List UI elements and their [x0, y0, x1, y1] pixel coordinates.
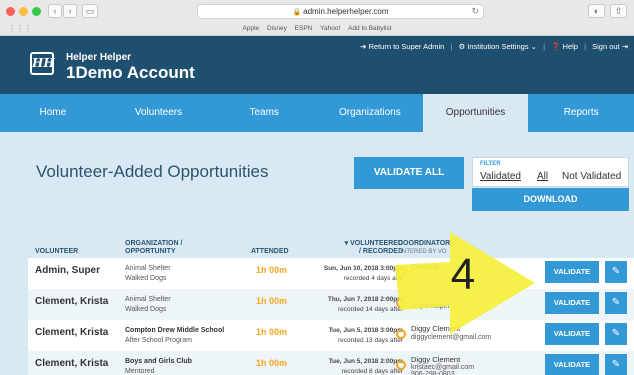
edit-icon[interactable]: ✎	[605, 261, 627, 283]
tab-opportunities[interactable]: Opportunities	[422, 94, 529, 132]
col-volunteered[interactable]: ▾ VOLUNTEERED / RECORDED	[291, 240, 403, 256]
validate-all-button[interactable]: VALIDATE ALL	[354, 157, 464, 189]
table-row: Admin, Super Animal Shelter Walked Dogs 1…	[28, 258, 634, 289]
table-row: Clement, Krista Boys and Girls Club Mento…	[28, 351, 634, 375]
url-text: admin.helperhelper.com	[303, 7, 389, 16]
pending-status-icon	[396, 267, 406, 277]
divider: |	[543, 42, 546, 51]
volunteered-date: Tue, Jun 5, 2018 3:00pm recorded 13 days …	[328, 327, 403, 344]
favorite-link[interactable]: Apple	[243, 25, 260, 32]
favorite-link[interactable]: Add to Babylist	[348, 25, 391, 32]
org-opp: Animal Shelter Walked Dogs	[125, 296, 171, 313]
filter-box: FILTER Validated All Not Validated	[472, 157, 629, 187]
table-row: Clement, Krista Compton Drew Middle Scho…	[28, 320, 634, 351]
divider: |	[584, 42, 587, 51]
help-link[interactable]: ❓ Help	[551, 42, 578, 51]
brand-name: Helper Helper	[66, 52, 132, 63]
tab-home[interactable]: Home	[0, 94, 106, 132]
tab-organizations[interactable]: Organizations	[317, 94, 423, 132]
minimize-window-button[interactable]	[19, 7, 28, 16]
attended-hours: 1h 00m	[256, 265, 288, 275]
chevron-left-icon[interactable]: ‹	[48, 4, 62, 18]
volunteered-date: Thu, Jun 7, 2018 2:00pm recorded 14 days …	[327, 296, 403, 313]
favorite-link[interactable]: ESPN	[295, 25, 313, 32]
coordinator-info: Diggy Clement kristaec@gmail.com 906-298-0…	[411, 355, 475, 375]
volunteered-date: Sun, Jun 10, 2018 3:00pm recorded 4 days …	[323, 265, 403, 282]
table-header: VOLUNTEER ORGANIZATION / OPPORTUNITY ATTE…	[28, 234, 634, 256]
close-window-button[interactable]	[6, 7, 15, 16]
reload-icon[interactable]: ↻	[471, 5, 479, 18]
favorite-link[interactable]: Yahoo!	[320, 25, 340, 32]
filter-validated[interactable]: Validated	[480, 171, 521, 182]
account-name: 1Demo Account	[66, 63, 195, 82]
extension-icon[interactable]: ◐	[588, 4, 605, 18]
org-opp: Boys and Girls Club Mentored	[125, 358, 192, 375]
tab-reports[interactable]: Reports	[528, 94, 634, 132]
validate-button[interactable]: VALIDATE	[545, 323, 599, 345]
download-button[interactable]: DOWNLOAD	[472, 188, 629, 211]
sign-out-link[interactable]: Sign out ⇥	[592, 42, 628, 51]
return-super-admin-link[interactable]: ➜ Return to Super Admin	[360, 42, 444, 51]
chevron-right-icon[interactable]: ›	[63, 4, 77, 18]
browser-chrome: ‹ › ▭ 🔒 admin.helperhelper.com ↻ ◐ ⇧ ⋮⋮⋮ …	[0, 0, 634, 36]
tab-volunteers[interactable]: Volunteers	[106, 94, 212, 132]
validate-button[interactable]: VALIDATE	[545, 261, 599, 283]
page-title: Volunteer-Added Opportunities	[36, 162, 269, 181]
tab-teams[interactable]: Teams	[211, 94, 317, 132]
edit-icon[interactable]: ✎	[605, 354, 627, 375]
col-organization[interactable]: ORGANIZATION / OPPORTUNITY	[125, 240, 182, 256]
filter-not-validated[interactable]: Not Validated	[562, 171, 621, 182]
filter-all[interactable]: All	[537, 171, 548, 182]
edit-icon[interactable]: ✎	[605, 323, 627, 345]
sidebar-toggle-icon[interactable]: ▭	[82, 4, 98, 18]
pending-status-icon	[396, 329, 406, 339]
edit-icon[interactable]: ✎	[605, 292, 627, 314]
divider: |	[450, 42, 453, 51]
top-links: ➜ Return to Super Admin | ⚙ Institution …	[356, 42, 628, 51]
col-volunteer[interactable]: VOLUNTEER	[35, 248, 78, 256]
maximize-window-button[interactable]	[32, 7, 41, 16]
main-nav: Home Volunteers Teams Organizations Oppo…	[0, 94, 634, 132]
institution-settings-link[interactable]: ⚙ Institution Settings ⌄	[459, 42, 537, 51]
favorites-bar: Apple Disney ESPN Yahoo! Add to Babylist	[0, 22, 634, 35]
favorite-link[interactable]: Disney	[267, 25, 287, 32]
org-opp: Animal Shelter Walked Dogs	[125, 265, 171, 282]
address-bar[interactable]: 🔒 admin.helperhelper.com ↻	[197, 4, 484, 19]
col-attended[interactable]: ATTENDED	[251, 248, 289, 256]
attended-hours: 1h 00m	[256, 358, 288, 368]
share-icon[interactable]: ⇧	[610, 4, 627, 18]
volunteered-date: Tue, Jun 5, 2018 2:00pm recorded 8 days a…	[328, 358, 403, 375]
filter-label: FILTER	[480, 161, 501, 167]
coordinator-info: Diggy Clement diggyclement@gmail.com	[411, 324, 492, 342]
volunteer-name[interactable]: Clement, Krista	[35, 327, 108, 338]
pending-status-icon	[396, 298, 406, 308]
org-opp: Compton Drew Middle School After School P…	[125, 327, 225, 344]
pending-status-icon	[396, 360, 406, 370]
volunteer-name[interactable]: Admin, Super	[35, 265, 100, 276]
lock-icon: 🔒	[292, 9, 302, 16]
attended-hours: 1h 00m	[256, 327, 288, 337]
volunteer-name[interactable]: Clement, Krista	[35, 296, 108, 307]
app-logo[interactable]: HH	[30, 52, 55, 75]
table-row: Clement, Krista Animal Shelter Walked Dog…	[28, 289, 634, 320]
validate-button[interactable]: VALIDATE	[545, 292, 599, 314]
volunteer-name[interactable]: Clement, Krista	[35, 358, 108, 369]
attended-hours: 1h 00m	[256, 296, 288, 306]
app-header: HH Helper Helper 1Demo Account ➜ Return …	[0, 36, 634, 94]
step-number: 4	[450, 250, 476, 299]
validate-button[interactable]: VALIDATE	[545, 354, 599, 375]
